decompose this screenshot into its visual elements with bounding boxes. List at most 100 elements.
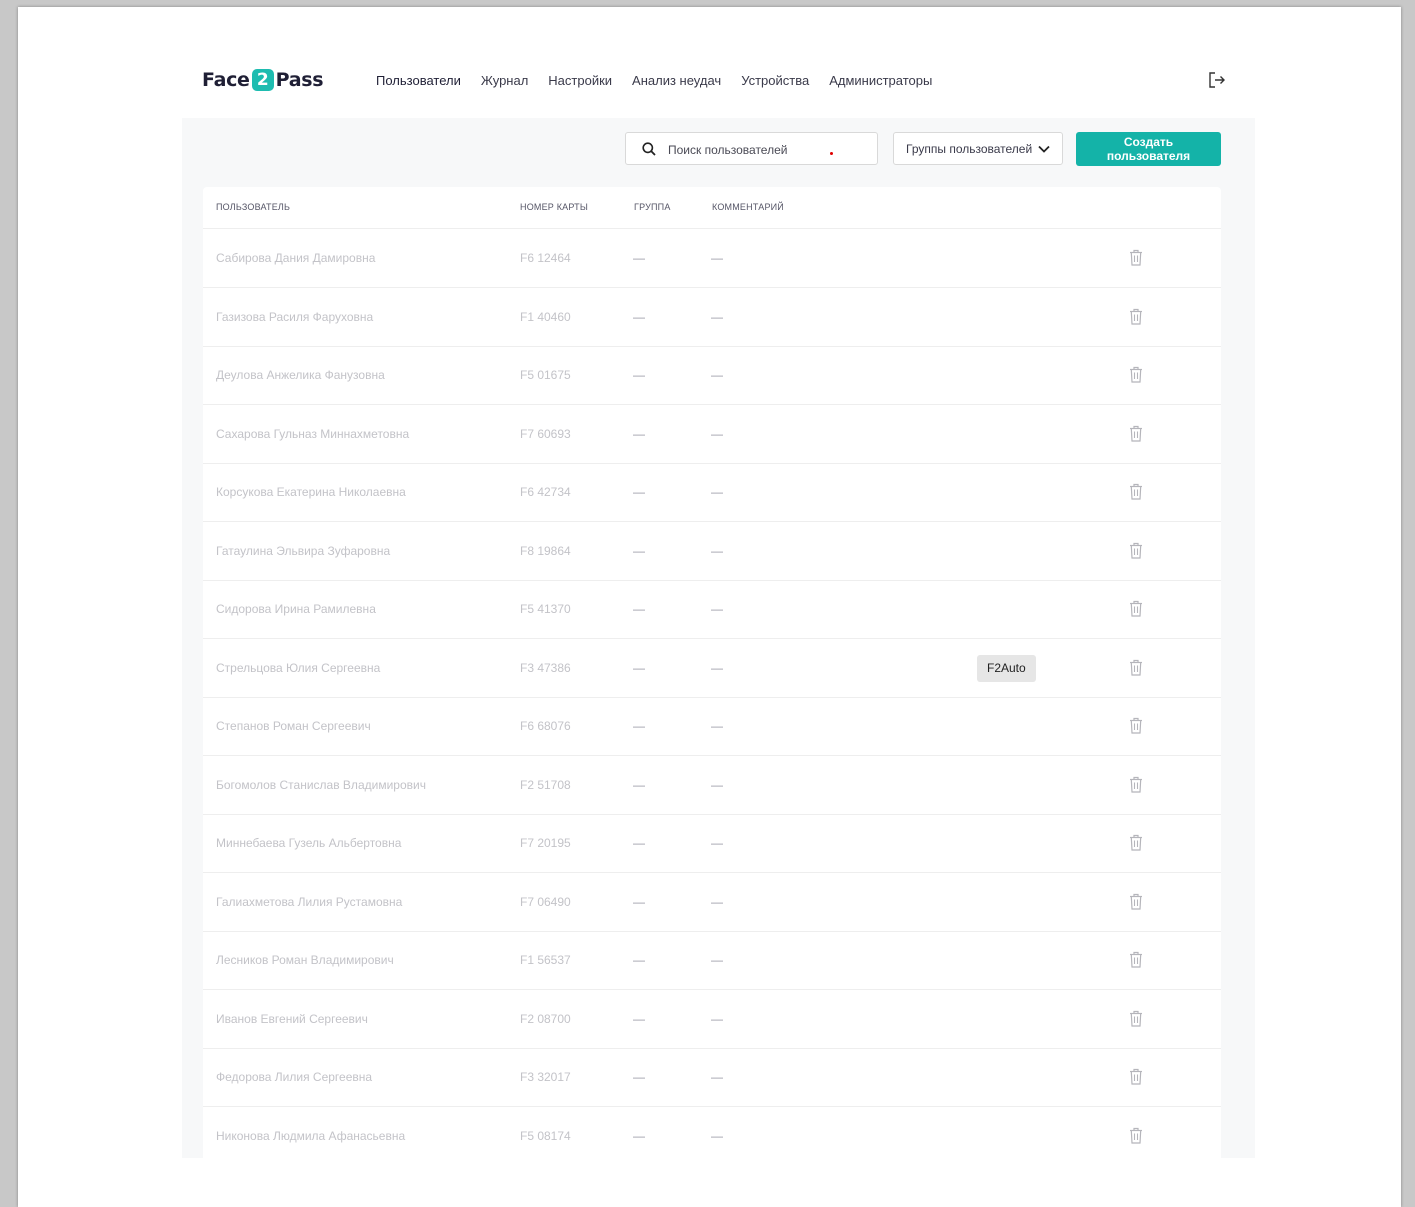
- trash-icon[interactable]: [1129, 1010, 1143, 1027]
- nav-admins[interactable]: Администраторы: [829, 73, 932, 88]
- logout-icon[interactable]: [1208, 71, 1226, 89]
- user-comment: —: [711, 485, 723, 499]
- user-comment: —: [711, 309, 723, 324]
- user-name[interactable]: Миннебаева Гузель Альбертовна: [216, 836, 401, 850]
- trash-icon[interactable]: [1129, 1068, 1143, 1085]
- card-number: F5 41370: [520, 602, 571, 616]
- card-number: F7 06490: [520, 894, 571, 909]
- table-row[interactable]: Гатаулина Эльвира Зуфаровна F8 19864 — —: [203, 522, 1221, 581]
- card-number: F7 60693: [520, 426, 571, 441]
- user-comment: —: [711, 543, 723, 558]
- user-group: —: [633, 719, 645, 733]
- app-logo[interactable]: Face 2 Pass: [202, 68, 324, 92]
- trash-icon[interactable]: [1129, 425, 1143, 442]
- nav-settings[interactable]: Настройки: [548, 73, 612, 88]
- user-comment: —: [711, 660, 723, 675]
- user-group: —: [633, 368, 645, 382]
- user-name[interactable]: Стрельцова Юлия Сергеевна: [216, 661, 380, 675]
- trash-icon[interactable]: [1129, 893, 1143, 910]
- search-box[interactable]: [625, 132, 878, 165]
- user-group: —: [633, 836, 645, 850]
- user-name[interactable]: Иванов Евгений Сергеевич: [216, 1012, 368, 1026]
- nav-journal[interactable]: Журнал: [481, 73, 528, 88]
- user-name[interactable]: Сахарова Гульназ Миннахметовна: [216, 427, 409, 441]
- logo-badge: 2: [251, 69, 274, 91]
- table-row[interactable]: Корсукова Екатерина Николаевна F6 42734 — —: [203, 463, 1221, 522]
- table-row[interactable]: Сабирова Дания Дамировна F6 12464 — —: [203, 229, 1221, 288]
- user-name[interactable]: Галиахметова Лилия Рустамовна: [216, 895, 402, 909]
- header-comment[interactable]: КОММЕНТАРИЙ: [712, 202, 784, 212]
- table-row[interactable]: Никонова Людмила Афанасьевна F5 08174 — —: [203, 1107, 1221, 1159]
- search-icon: [642, 142, 656, 156]
- user-name[interactable]: Деулова Анжелика Фанузовна: [216, 368, 385, 382]
- logo-text-face: Face: [202, 69, 250, 91]
- table-row[interactable]: Стрельцова Юлия Сергеевна F3 47386 — — F2Aut…: [203, 639, 1221, 698]
- table-row[interactable]: Газизова Расиля Фаруховна F1 40460 — —: [203, 288, 1221, 347]
- card-number: F5 01675: [520, 368, 571, 382]
- trash-icon[interactable]: [1129, 834, 1143, 851]
- user-group: —: [633, 1070, 645, 1084]
- table-row[interactable]: Богомолов Станислав Владимирович F2 51708…: [203, 756, 1221, 815]
- card-number: F2 51708: [520, 777, 571, 792]
- top-header: Face 2 Pass Пользователи Журнал Настройки …: [202, 7, 1254, 119]
- create-user-button[interactable]: Создать пользователя: [1076, 132, 1221, 166]
- trash-icon[interactable]: [1129, 483, 1143, 500]
- header-card[interactable]: НОМЕР КАРТЫ: [520, 202, 588, 212]
- card-number: F5 08174: [520, 1128, 571, 1143]
- user-name[interactable]: Газизова Расиля Фаруховна: [216, 310, 373, 324]
- trash-icon[interactable]: [1129, 776, 1143, 793]
- table-row[interactable]: Лесников Роман Владимирович F1 56537 — —: [203, 931, 1221, 990]
- user-name[interactable]: Богомолов Станислав Владимирович: [216, 778, 426, 792]
- user-comment: —: [711, 368, 723, 382]
- device-tag: F2Auto: [977, 654, 1036, 682]
- trash-icon[interactable]: [1129, 951, 1143, 968]
- trash-icon[interactable]: [1129, 249, 1143, 266]
- table-row[interactable]: Деулова Анжелика Фанузовна F5 01675 — —: [203, 346, 1221, 405]
- user-group: —: [633, 777, 645, 792]
- user-group: —: [633, 426, 645, 441]
- user-comment: —: [711, 602, 723, 616]
- user-name[interactable]: Федорова Лилия Сергеевна: [216, 1070, 372, 1084]
- card-number: F3 32017: [520, 1070, 571, 1084]
- user-comment: —: [711, 777, 723, 792]
- table-row[interactable]: Сахарова Гульназ Миннахметовна F7 60693 — —: [203, 405, 1221, 464]
- user-comment: —: [711, 719, 723, 733]
- trash-icon[interactable]: [1129, 659, 1143, 676]
- trash-icon[interactable]: [1129, 542, 1143, 559]
- user-group: —: [633, 485, 645, 499]
- card-number: F7 20195: [520, 836, 571, 850]
- user-group: —: [633, 953, 645, 967]
- card-number: F6 42734: [520, 485, 571, 499]
- table-row[interactable]: Иванов Евгений Сергеевич F2 08700 — —: [203, 990, 1221, 1049]
- nav-failure-analysis[interactable]: Анализ неудач: [632, 73, 721, 88]
- trash-icon[interactable]: [1129, 600, 1143, 617]
- header-user[interactable]: ПОЛЬЗОВАТЕЛЬ: [216, 202, 290, 212]
- user-comment: —: [711, 251, 723, 265]
- trash-icon[interactable]: [1129, 1127, 1143, 1144]
- table-row[interactable]: Сидорова Ирина Рамилевна F5 41370 — —: [203, 580, 1221, 639]
- table-row[interactable]: Степанов Роман Сергеевич F6 68076 — —: [203, 697, 1221, 756]
- user-name[interactable]: Никонова Людмила Афанасьевна: [216, 1129, 405, 1143]
- table-row[interactable]: Миннебаева Гузель Альбертовна F7 20195 — —: [203, 814, 1221, 873]
- user-name[interactable]: Степанов Роман Сергеевич: [216, 719, 371, 733]
- search-input[interactable]: [666, 140, 870, 160]
- nav-devices[interactable]: Устройства: [741, 73, 809, 88]
- user-name[interactable]: Корсукова Екатерина Николаевна: [216, 485, 406, 499]
- user-name[interactable]: Гатаулина Эльвира Зуфаровна: [216, 544, 390, 558]
- header-group[interactable]: ГРУППА: [634, 202, 671, 212]
- user-comment: —: [711, 953, 723, 967]
- groups-dropdown[interactable]: Группы пользователей: [893, 132, 1063, 165]
- card-number: F1 40460: [520, 309, 571, 324]
- card-number: F1 56537: [520, 953, 571, 967]
- users-table: ПОЛЬЗОВАТЕЛЬ НОМЕР КАРТЫ ГРУППА КОММЕНТА…: [203, 187, 1221, 1158]
- user-name[interactable]: Сидорова Ирина Рамилевна: [216, 602, 376, 616]
- trash-icon[interactable]: [1129, 366, 1143, 383]
- groups-dropdown-label: Группы пользователей: [906, 141, 1033, 156]
- table-row[interactable]: Галиахметова Лилия Рустамовна F7 06490 — —: [203, 873, 1221, 932]
- table-row[interactable]: Федорова Лилия Сергеевна F3 32017 — —: [203, 1048, 1221, 1107]
- user-name[interactable]: Лесников Роман Владимирович: [216, 953, 394, 967]
- trash-icon[interactable]: [1129, 308, 1143, 325]
- user-name[interactable]: Сабирова Дания Дамировна: [216, 251, 375, 265]
- trash-icon[interactable]: [1129, 717, 1143, 734]
- nav-users[interactable]: Пользователи: [376, 73, 461, 88]
